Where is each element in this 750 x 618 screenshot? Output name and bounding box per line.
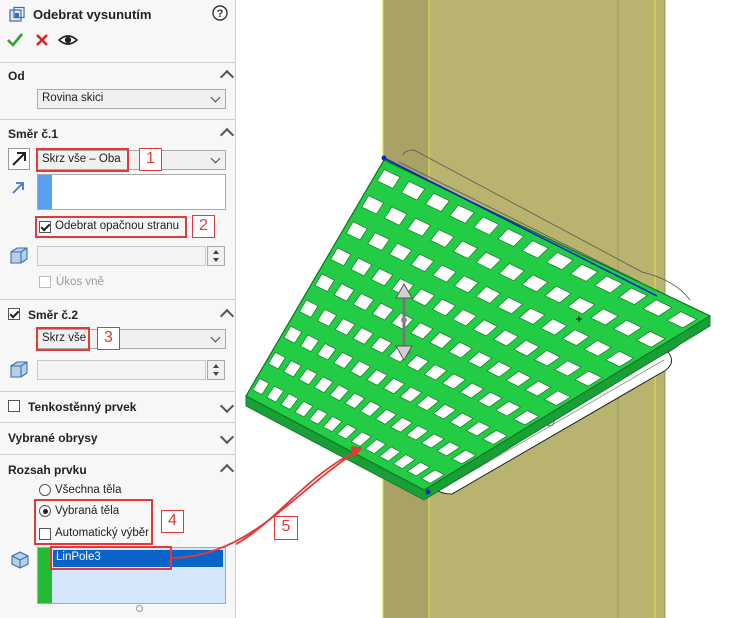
draft-angle-spinner[interactable] (207, 246, 225, 266)
chevron-down-icon (210, 92, 221, 103)
section-feature-scope-heading: Rozsah prvku (8, 463, 87, 477)
callout-3: 3 (97, 327, 120, 350)
help-icon[interactable]: ? (212, 5, 228, 21)
cancel-button[interactable] (33, 31, 51, 49)
divider (0, 62, 236, 63)
direction-arrow-icon (10, 180, 26, 196)
draft-angle-input[interactable] (37, 246, 206, 266)
close-icon (36, 34, 48, 46)
selection-color-strip (38, 175, 52, 209)
resize-handle[interactable] (136, 605, 143, 612)
highlight-box (35, 216, 187, 238)
callout-arrow (171, 447, 362, 559)
section-selected-contours-heading: Vybrané obrysy (8, 431, 98, 445)
highlight-box (34, 499, 153, 545)
cut-extrude-icon (8, 6, 26, 24)
panel-title: Odebrat vysunutím (33, 7, 152, 22)
callout-2: 2 (192, 215, 215, 238)
from-select-value: Rovina skici (42, 92, 104, 104)
eye-icon (57, 35, 79, 45)
highlight-box (36, 327, 90, 351)
chevron-down-icon[interactable] (219, 398, 235, 414)
preview-button[interactable] (57, 31, 79, 49)
divider (0, 391, 236, 392)
highlight-box (50, 546, 172, 570)
divider (0, 422, 236, 423)
direction2-checkbox[interactable] (8, 308, 20, 320)
chevron-up-icon[interactable] (219, 69, 235, 85)
svg-text:?: ? (217, 8, 224, 20)
reverse-direction-icon[interactable] (8, 148, 30, 170)
direction-vector-listbox[interactable] (37, 174, 226, 210)
chevron-down-icon (210, 153, 221, 164)
from-select[interactable]: Rovina skici (37, 89, 226, 109)
thin-feature-checkbox[interactable] (8, 400, 20, 412)
section-thin-feature-heading: Tenkostěnný prvek (28, 400, 137, 414)
callout-1: 1 (139, 148, 162, 171)
all-bodies-radio[interactable] (39, 484, 51, 496)
draft-outward-label: Úkos vně (56, 276, 104, 288)
divider (0, 299, 236, 300)
chevron-down-icon (210, 332, 221, 343)
direction2-draft-spinner[interactable] (207, 360, 225, 380)
check-icon (7, 33, 24, 47)
solid-body-icon (10, 550, 30, 570)
draft-icon[interactable] (8, 244, 30, 266)
draft-icon[interactable] (8, 358, 30, 380)
section-direction1-heading: Směr č.1 (8, 127, 59, 141)
chevron-up-icon[interactable] (219, 127, 235, 143)
direction2-draft-input[interactable] (37, 360, 206, 380)
section-direction2-heading: Směr č.2 (28, 308, 79, 322)
divider (0, 119, 236, 120)
highlight-box (36, 148, 129, 172)
callout-5: 5 (274, 516, 298, 540)
section-from-heading: Od (8, 69, 25, 83)
all-bodies-label: Všechna těla (55, 484, 122, 496)
draft-outward-checkbox[interactable] (39, 276, 51, 288)
ok-button[interactable] (6, 31, 24, 49)
chevron-up-icon[interactable] (219, 308, 235, 324)
